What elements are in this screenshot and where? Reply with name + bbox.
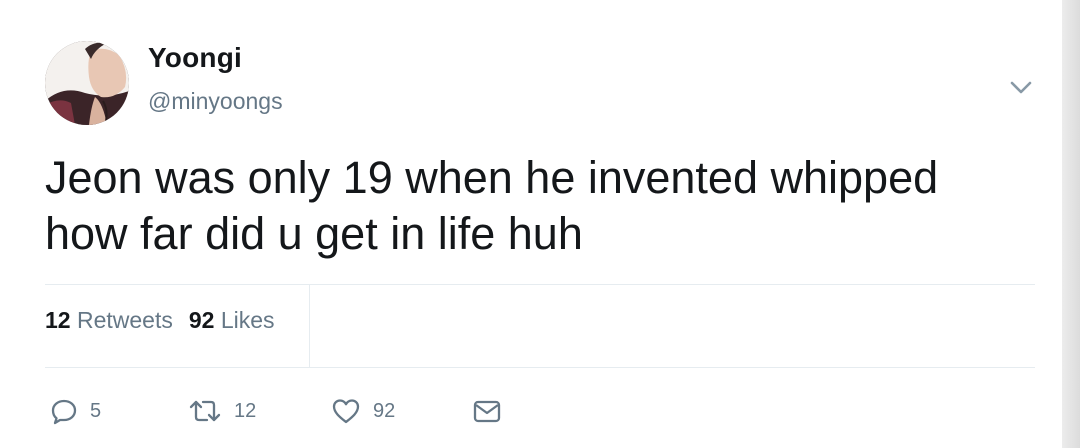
likes-count: 92 [188,307,215,333]
retweet-count: 12 [234,399,257,422]
reply-count: 5 [90,399,102,422]
display-name[interactable]: Yoongi [148,42,242,74]
chevron-down-icon[interactable] [1006,72,1036,102]
heart-icon [332,399,360,424]
scrollbar-edge [1062,0,1080,448]
tweet-text-line: how far did u get in life huh [45,208,583,259]
retweets-label: Retweets [76,307,173,333]
divider [45,367,1035,368]
likes-label: Likes [220,307,275,333]
tweet-text-line: Jeon was only 19 when he invented whippe… [45,152,939,203]
retweet-icon [189,400,221,422]
retweet-button[interactable]: 12 [188,393,256,429]
reply-button[interactable]: 5 [50,393,101,429]
envelope-icon [473,400,501,423]
likes-stat[interactable]: 92 Likes [189,307,275,334]
like-button[interactable]: 92 [331,393,395,429]
tweet-text: Jeon was only 19 when he invented whippe… [45,150,1035,262]
avatar[interactable] [45,41,129,125]
tweet-stats: 12 Retweets 92 Likes [45,307,275,334]
divider [45,284,1035,285]
retweets-count: 12 [45,307,71,333]
tweet-card: Yoongi @minyoongs Jeon was only 19 when … [0,0,1080,448]
direct-message-button[interactable] [472,393,502,429]
like-count: 92 [373,399,396,422]
user-handle[interactable]: @minyoongs [148,88,283,115]
reply-icon [51,399,77,425]
retweets-stat[interactable]: 12 Retweets [45,307,173,334]
stats-divider [309,285,310,367]
